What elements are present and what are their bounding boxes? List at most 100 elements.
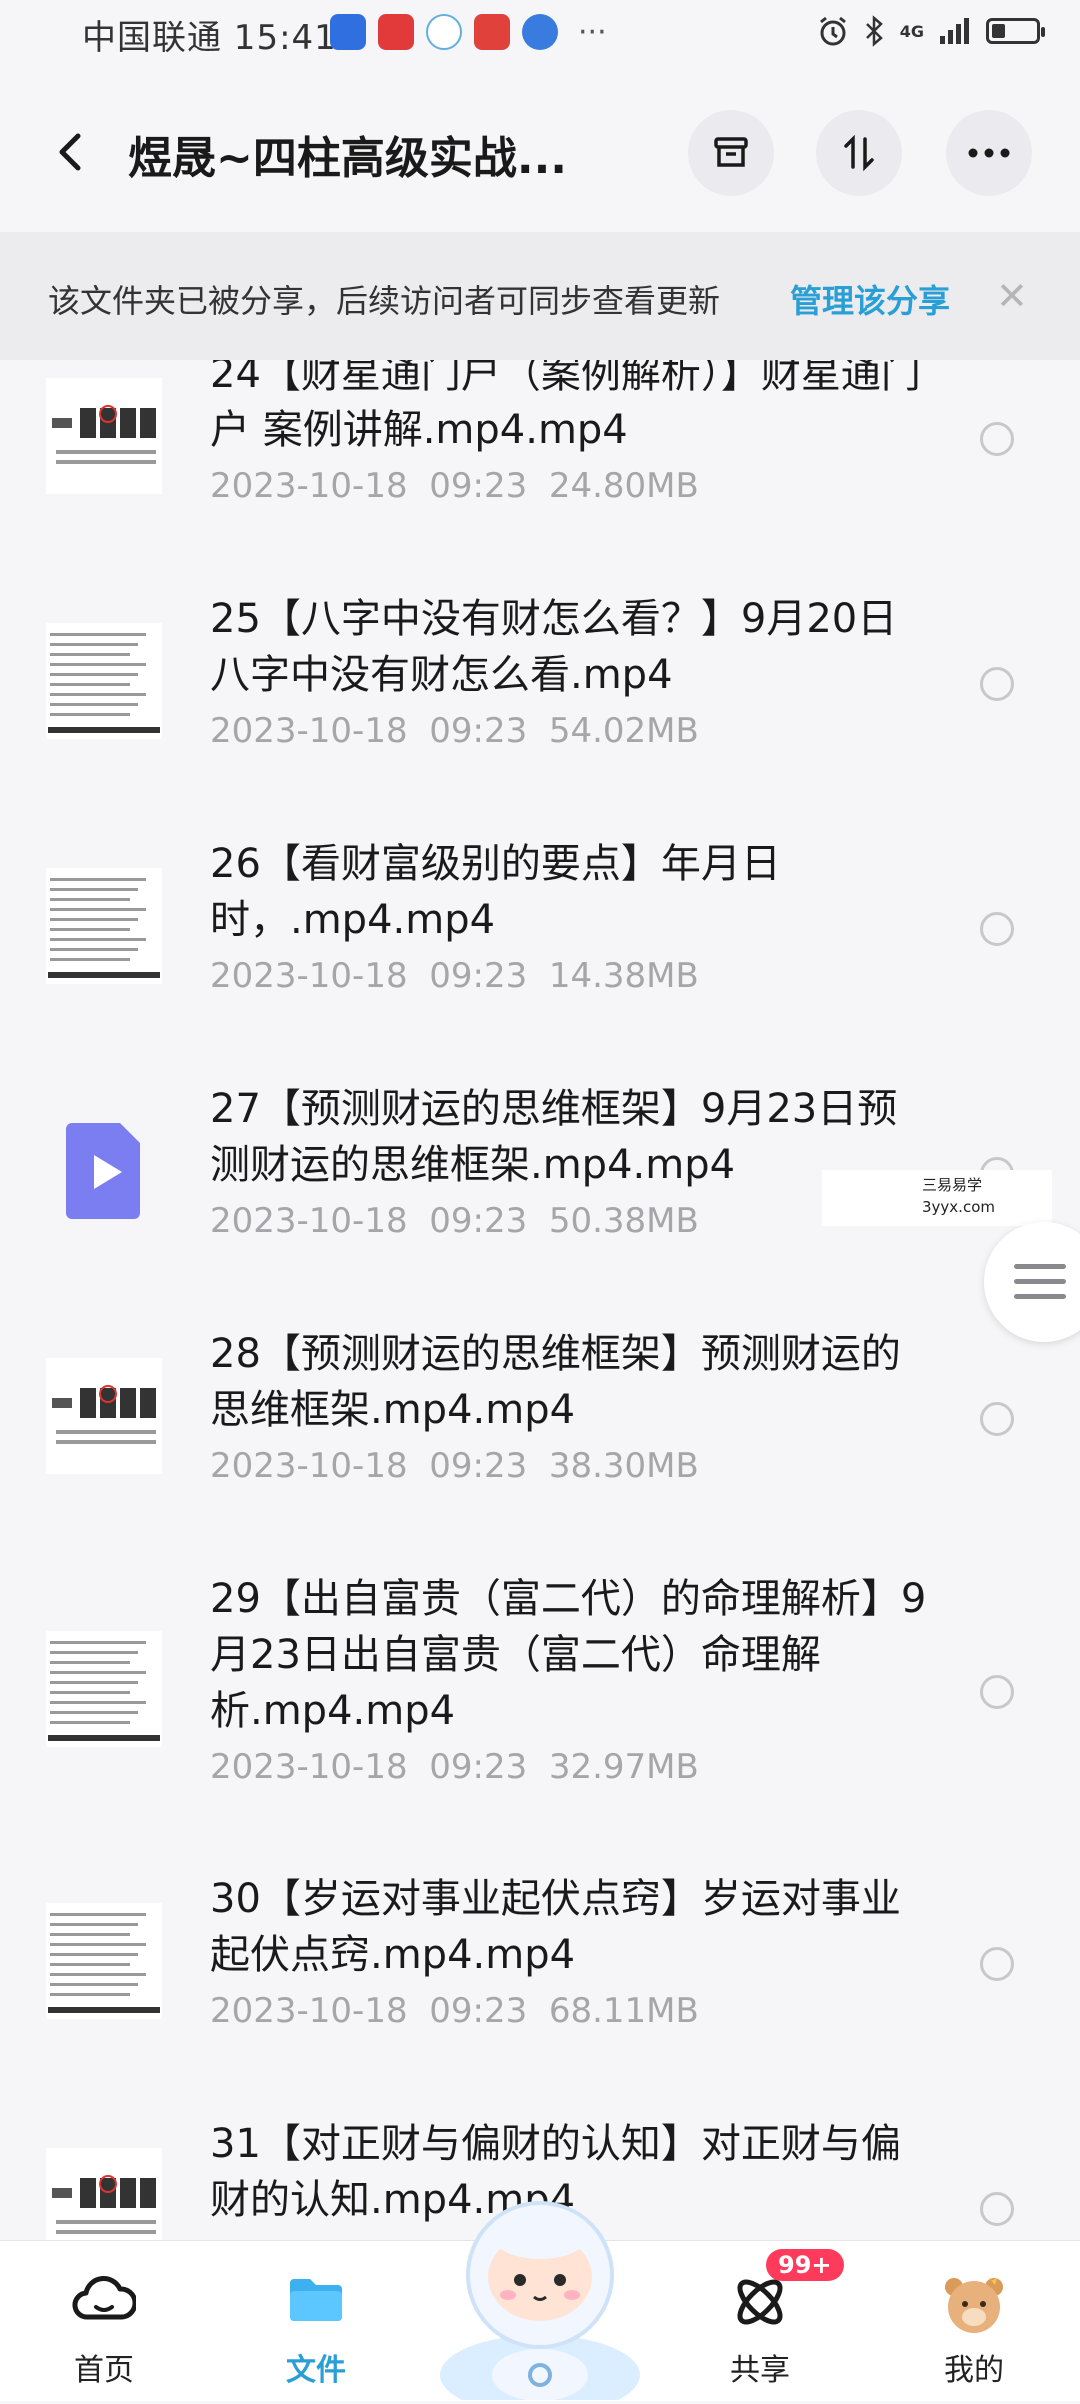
system-icons: 4G xyxy=(816,14,1045,48)
nav-share[interactable]: 99+ 共享 xyxy=(680,2241,844,2401)
manage-share-link[interactable]: 管理该分享 xyxy=(790,276,950,322)
file-date: 2023-10-18 xyxy=(210,1991,408,2031)
select-radio[interactable] xyxy=(980,1675,1014,1709)
file-meta: 2023-10-18 09:23 32.97MB xyxy=(210,1747,699,1787)
watermark-line2: 3yyx.com xyxy=(922,1198,995,1216)
file-name: 26【看财富级别的要点】年月日时，.mp4.mp4 xyxy=(210,841,781,943)
file-name: 25【八字中没有财怎么看？】9月20日八字中没有财怎么看.mp4 xyxy=(210,596,898,698)
bazi-chart-thumbnail xyxy=(46,2148,162,2240)
file-date: 2023-10-18 xyxy=(210,1201,408,1241)
status-bar: 中国联通 15:41 ··· 4G xyxy=(0,0,1080,72)
file-row[interactable]: 28【预测财运的思维框架】预测财运的思维框架.mp4.mp4 2023-10-18… xyxy=(0,1326,1080,1538)
video-file-icon xyxy=(46,1113,162,1229)
carrier-time: 中国联通 15:41 xyxy=(82,18,337,58)
watermark: 三易易学 3yyx.com xyxy=(822,1170,1052,1226)
file-row[interactable]: 29【出自富贵（富二代）的命理解析】9月23日出自富贵（富二代）命理解析.mp4… xyxy=(0,1571,1080,1839)
alarm-icon xyxy=(819,16,846,46)
sort-button[interactable] xyxy=(816,110,902,196)
nav-label: 首页 xyxy=(74,2353,134,2388)
page-title: 煜晟~四柱高级实战... xyxy=(128,133,568,184)
file-time: 09:23 xyxy=(429,1446,528,1486)
file-meta: 2023-10-18 09:23 38.30MB xyxy=(210,1446,699,1486)
file-date: 2023-10-18 xyxy=(210,466,408,506)
archive-icon xyxy=(714,137,748,167)
file-size: 50.38MB xyxy=(548,1201,699,1241)
share-banner: 该文件夹已被分享，后续访问者可同步查看更新 管理该分享 ✕ xyxy=(0,232,1080,360)
more-button[interactable] xyxy=(946,110,1032,196)
file-size: 24.80MB xyxy=(548,466,699,506)
file-row[interactable]: 25【八字中没有财怎么看？】9月20日八字中没有财怎么看.mp4 2023-10-… xyxy=(0,591,1080,803)
document-thumbnail xyxy=(46,623,162,739)
more-notifications-icon: ··· xyxy=(578,14,607,50)
close-icon[interactable]: ✕ xyxy=(996,274,1028,318)
sort-icon xyxy=(844,134,874,172)
select-radio[interactable] xyxy=(980,667,1014,701)
file-meta: 2023-10-18 09:23 14.38MB xyxy=(210,956,699,996)
nav-label: 我的 xyxy=(944,2353,1004,2388)
file-name: 30【岁运对事业起伏点窍】岁运对事业起伏点窍.mp4.mp4 xyxy=(210,1876,901,1978)
share-banner-text: 该文件夹已被分享，后续访问者可同步查看更新 xyxy=(48,282,721,320)
nav-label: 文件 xyxy=(286,2353,346,2388)
file-meta: 2023-10-18 09:23 68.11MB xyxy=(210,1991,699,2031)
back-button[interactable] xyxy=(48,128,96,176)
app-book-icon xyxy=(474,14,510,50)
signal-icon xyxy=(940,18,969,44)
app-blue-icon xyxy=(522,14,558,50)
file-size: 14.38MB xyxy=(548,956,699,996)
folder-icon xyxy=(290,2279,342,2321)
file-meta: 2023-10-18 09:23 50.38MB xyxy=(210,1201,699,1241)
file-row[interactable]: 30【岁运对事业起伏点窍】岁运对事业起伏点窍.mp4.mp4 2023-10-18… xyxy=(0,1871,1080,2083)
document-thumbnail xyxy=(46,1903,162,2019)
file-time: 09:23 xyxy=(429,466,528,506)
notification-icons: ··· xyxy=(330,14,607,50)
nav-mine[interactable]: 我的 xyxy=(894,2241,1054,2401)
file-name: 29【出自富贵（富二代）的命理解析】9月23日出自富贵（富二代）命理解析.mp4… xyxy=(210,1576,927,1734)
file-time: 09:23 xyxy=(429,1991,528,2031)
network-type: 4G xyxy=(899,21,924,41)
file-date: 2023-10-18 xyxy=(210,1446,408,1486)
file-size: 54.02MB xyxy=(548,711,699,751)
bazi-chart-thumbnail xyxy=(46,378,162,494)
bazi-chart-thumbnail xyxy=(46,1358,162,1474)
astronaut-mascot-icon xyxy=(440,2201,640,2404)
nav-files[interactable]: 文件 xyxy=(236,2241,396,2401)
select-radio[interactable] xyxy=(980,422,1014,456)
document-thumbnail xyxy=(46,868,162,984)
mascot-button[interactable] xyxy=(430,2165,650,2404)
file-row[interactable]: 26【看财富级别的要点】年月日时，.mp4.mp4 2023-10-18 09:2… xyxy=(0,836,1080,1048)
select-radio[interactable] xyxy=(980,1947,1014,1981)
document-thumbnail xyxy=(46,1631,162,1747)
nav-home[interactable]: 首页 xyxy=(24,2241,184,2401)
battery-icon xyxy=(986,18,1045,44)
file-date: 2023-10-18 xyxy=(210,711,408,751)
app-red-icon xyxy=(378,14,414,50)
file-name: 28【预测财运的思维框架】预测财运的思维框架.mp4.mp4 xyxy=(210,1331,901,1433)
share-badge: 99+ xyxy=(766,2249,844,2281)
select-radio[interactable] xyxy=(980,912,1014,946)
archive-button[interactable] xyxy=(688,110,774,196)
file-size: 32.97MB xyxy=(548,1747,699,1787)
file-list: 24【财星通门户（案例解析）】财星通门户 案例讲解.mp4.mp4 2023-10… xyxy=(0,360,1080,2240)
app-cloud-icon xyxy=(426,14,462,50)
file-time: 09:23 xyxy=(429,1201,528,1241)
file-size: 38.30MB xyxy=(548,1446,699,1486)
file-meta: 2023-10-18 09:23 24.80MB xyxy=(210,466,699,506)
file-name: 24【财星通门户（案例解析）】财星通门户 案例讲解.mp4.mp4 xyxy=(210,360,921,453)
select-radio[interactable] xyxy=(980,2192,1014,2226)
nav-label: 共享 xyxy=(730,2353,790,2388)
file-row[interactable]: 24【财星通门户（案例解析）】财星通门户 案例讲解.mp4.mp4 2023-10… xyxy=(0,360,1080,558)
cloud-icon xyxy=(72,2276,136,2320)
select-radio[interactable] xyxy=(980,1402,1014,1436)
file-date: 2023-10-18 xyxy=(210,1747,408,1787)
file-meta: 2023-10-18 09:23 54.02MB xyxy=(210,711,699,751)
watermark-line1: 三易易学 xyxy=(922,1176,983,1194)
top-bar: 煜晟~四柱高级实战... xyxy=(0,72,1080,232)
file-size: 68.11MB xyxy=(548,1991,699,2031)
file-time: 09:23 xyxy=(429,711,528,751)
bluetooth-icon xyxy=(865,15,883,47)
file-date: 2023-10-18 xyxy=(210,956,408,996)
more-icon xyxy=(968,148,1010,158)
app-u-icon xyxy=(330,14,366,50)
bear-avatar-icon xyxy=(945,2275,1003,2333)
chevron-left-icon xyxy=(59,133,81,171)
